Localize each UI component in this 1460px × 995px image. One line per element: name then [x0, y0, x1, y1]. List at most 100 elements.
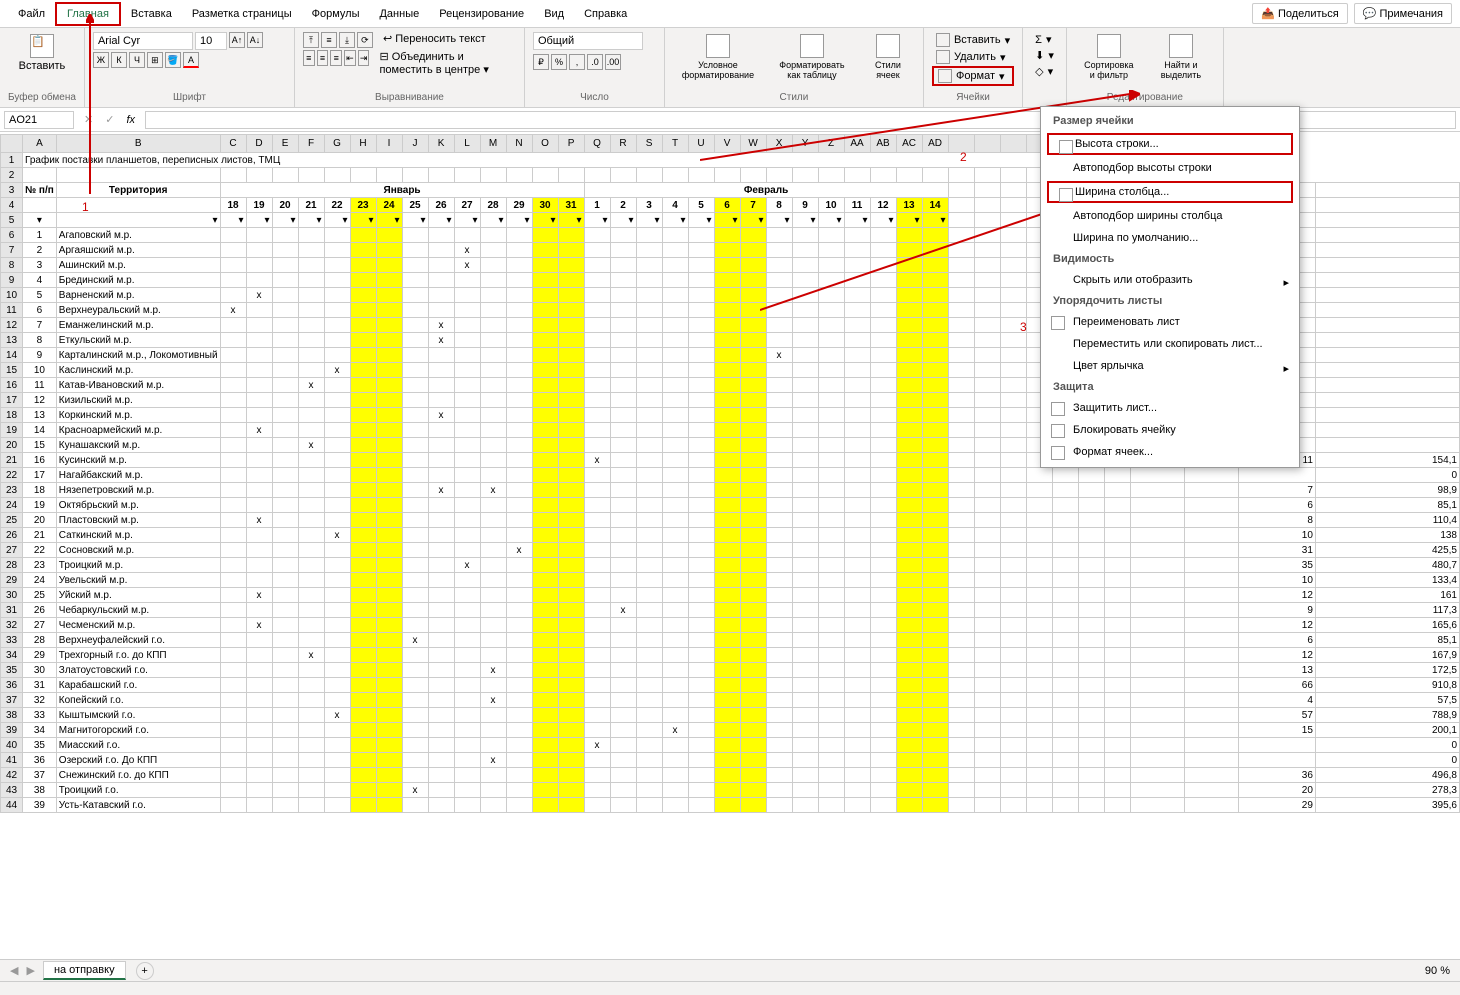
- font-name-select[interactable]: [93, 32, 193, 50]
- autofit-row-item[interactable]: Автоподбор высоты строки: [1041, 157, 1299, 179]
- table-row[interactable]: 2924Увельский м.р.10133,4: [1, 573, 1460, 588]
- orientation-icon[interactable]: ⟳: [357, 32, 373, 48]
- tab-color-item[interactable]: Цвет ярлычка▸: [1041, 355, 1299, 377]
- protect-sheet-item[interactable]: Защитить лист...: [1041, 397, 1299, 419]
- col-header[interactable]: A: [23, 135, 57, 153]
- align-top-icon[interactable]: ⤒: [303, 32, 319, 48]
- col-header[interactable]: AD: [922, 135, 948, 153]
- conditional-formatting-button[interactable]: Условное форматирование: [673, 32, 763, 82]
- dec-decimal-icon[interactable]: .00: [605, 54, 621, 70]
- align-bottom-icon[interactable]: ⤓: [339, 32, 355, 48]
- fill-button[interactable]: ⬇ ▾: [1031, 48, 1058, 63]
- align-right-icon[interactable]: ≡: [330, 50, 342, 66]
- shrink-font-icon[interactable]: A↓: [247, 32, 263, 48]
- table-row[interactable]: 3126Чебаркульский м.р.x9117,3: [1, 603, 1460, 618]
- tab-insert[interactable]: Вставка: [121, 4, 182, 24]
- number-format-select[interactable]: [533, 32, 643, 50]
- align-middle-icon[interactable]: ≡: [321, 32, 337, 48]
- col-header[interactable]: R: [610, 135, 636, 153]
- table-row[interactable]: 3732Копейский г.о.x457,5: [1, 693, 1460, 708]
- bold-button[interactable]: Ж: [93, 52, 109, 68]
- insert-cells-button[interactable]: Вставить ▾: [932, 32, 1014, 48]
- comments-button[interactable]: 💬 Примечания: [1354, 3, 1452, 24]
- tab-layout[interactable]: Разметка страницы: [182, 4, 302, 24]
- col-header[interactable]: S: [636, 135, 662, 153]
- grow-font-icon[interactable]: A↑: [229, 32, 245, 48]
- format-cells-item[interactable]: Формат ячеек...: [1041, 441, 1299, 463]
- name-box[interactable]: [4, 111, 74, 129]
- col-header[interactable]: M: [480, 135, 506, 153]
- tab-help[interactable]: Справка: [574, 4, 637, 24]
- col-header[interactable]: N: [506, 135, 532, 153]
- col-header[interactable]: X: [766, 135, 792, 153]
- table-row[interactable]: 3530Златоустовский г.о.x13172,5: [1, 663, 1460, 678]
- column-width-item[interactable]: Ширина столбца...: [1047, 181, 1293, 203]
- delete-cells-button[interactable]: Удалить ▾: [932, 49, 1014, 65]
- col-header[interactable]: Q: [584, 135, 610, 153]
- col-header[interactable]: U: [688, 135, 714, 153]
- merge-button[interactable]: ⊟ Объединить и поместить в центре ▾: [379, 50, 515, 76]
- table-row[interactable]: 4338Троицкий г.о.x20278,3: [1, 783, 1460, 798]
- col-header[interactable]: H: [350, 135, 376, 153]
- tab-formulas[interactable]: Формулы: [302, 4, 370, 24]
- sort-filter-button[interactable]: Сортировка и фильтр: [1075, 32, 1143, 82]
- col-header[interactable]: Y: [792, 135, 818, 153]
- next-sheet-icon[interactable]: ▶: [26, 964, 34, 977]
- autosum-button[interactable]: Σ ▾: [1031, 32, 1058, 47]
- table-row[interactable]: 4237Снежинский г.о. до КПП36496,8: [1, 768, 1460, 783]
- default-width-item[interactable]: Ширина по умолчанию...: [1041, 227, 1299, 249]
- indent-right-icon[interactable]: ⇥: [358, 50, 370, 66]
- font-color-button[interactable]: A: [183, 52, 199, 68]
- table-row[interactable]: 2318Нязепетровский м.р.xx798,9: [1, 483, 1460, 498]
- italic-button[interactable]: К: [111, 52, 127, 68]
- table-row[interactable]: 3429Трехгорный г.о. до КППx12167,9: [1, 648, 1460, 663]
- add-sheet-button[interactable]: +: [136, 962, 154, 980]
- confirm-icon[interactable]: ✓: [99, 113, 120, 126]
- table-row[interactable]: 4136Озерский г.о. До КППx0: [1, 753, 1460, 768]
- font-size-select[interactable]: [195, 32, 227, 50]
- col-header[interactable]: L: [454, 135, 480, 153]
- table-row[interactable]: 3631Карабашский г.о.66910,8: [1, 678, 1460, 693]
- table-row[interactable]: 2217Нагайбакский м.р.0: [1, 468, 1460, 483]
- table-row[interactable]: 2621Саткинский м.р.x10138: [1, 528, 1460, 543]
- col-header[interactable]: AB: [870, 135, 896, 153]
- tab-home[interactable]: Главная: [55, 2, 121, 26]
- cell-styles-button[interactable]: Стили ячеек: [861, 32, 915, 82]
- format-cells-button[interactable]: Формат ▾: [932, 66, 1014, 86]
- col-header[interactable]: J: [402, 135, 428, 153]
- col-header[interactable]: I: [376, 135, 402, 153]
- fill-color-button[interactable]: 🪣: [165, 52, 181, 68]
- table-row[interactable]: 4439Усть-Катавский г.о.29395,6: [1, 798, 1460, 813]
- format-as-table-button[interactable]: Форматировать как таблицу: [767, 32, 857, 82]
- col-header[interactable]: D: [246, 135, 272, 153]
- comma-icon[interactable]: ,: [569, 54, 585, 70]
- rename-sheet-item[interactable]: Переименовать лист: [1041, 311, 1299, 333]
- cancel-icon[interactable]: ✕: [78, 113, 99, 126]
- table-row[interactable]: 3328Верхнеуфалейский г.о.x685,1: [1, 633, 1460, 648]
- sheet-tab[interactable]: на отправку: [43, 961, 126, 980]
- currency-icon[interactable]: ₽: [533, 54, 549, 70]
- share-button[interactable]: 📤 Поделиться: [1252, 3, 1348, 24]
- find-select-button[interactable]: Найти и выделить: [1147, 32, 1215, 82]
- tab-view[interactable]: Вид: [534, 4, 574, 24]
- col-header[interactable]: V: [714, 135, 740, 153]
- table-row[interactable]: 3227Чесменский м.р.x12165,6: [1, 618, 1460, 633]
- col-header[interactable]: K: [428, 135, 454, 153]
- inc-decimal-icon[interactable]: .0: [587, 54, 603, 70]
- tab-review[interactable]: Рецензирование: [429, 4, 534, 24]
- indent-left-icon[interactable]: ⇤: [344, 50, 356, 66]
- tab-file[interactable]: Файл: [8, 4, 55, 24]
- table-row[interactable]: 4035Миасский г.о.x0: [1, 738, 1460, 753]
- table-row[interactable]: 3934Магнитогорский г.о.x15200,1: [1, 723, 1460, 738]
- percent-icon[interactable]: %: [551, 54, 567, 70]
- table-row[interactable]: 2823Троицкий м.р.x35480,7: [1, 558, 1460, 573]
- col-header[interactable]: AA: [844, 135, 870, 153]
- border-button[interactable]: ⊞: [147, 52, 163, 68]
- col-header[interactable]: W: [740, 135, 766, 153]
- autofit-col-item[interactable]: Автоподбор ширины столбца: [1041, 205, 1299, 227]
- col-header[interactable]: C: [220, 135, 246, 153]
- table-row[interactable]: 2722Сосновский м.р.x31425,5: [1, 543, 1460, 558]
- col-header[interactable]: G: [324, 135, 350, 153]
- col-header[interactable]: O: [532, 135, 558, 153]
- paste-button[interactable]: 📋Вставить: [8, 32, 76, 74]
